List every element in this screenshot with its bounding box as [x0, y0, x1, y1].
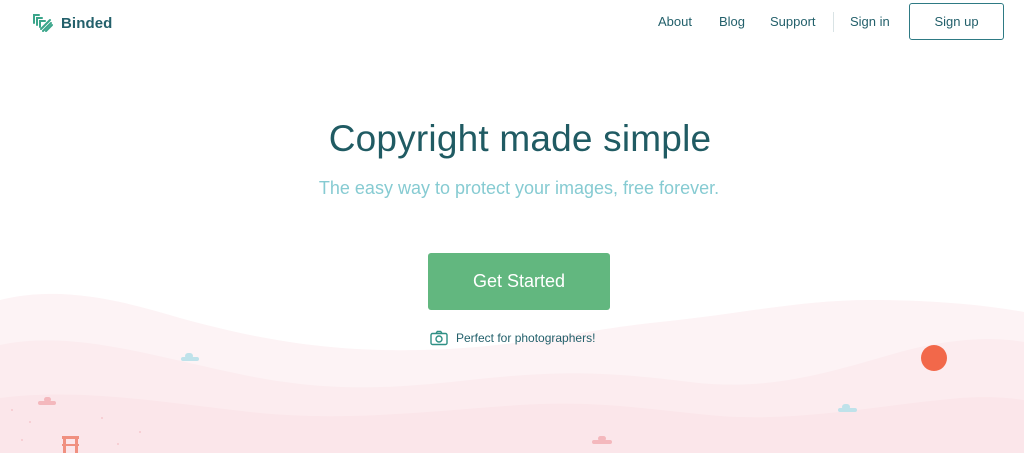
nav-divider [833, 12, 834, 32]
landing-page: Binded About Blog Support Sign in Sign u… [0, 0, 1024, 453]
sun-shape [921, 345, 947, 371]
hero-title: Copyright made simple [328, 118, 712, 159]
nav-link-about[interactable]: About [658, 14, 692, 30]
site-header: Binded About Blog Support Sign in Sign u… [0, 0, 1024, 46]
hero-subtitle: The easy way to protect your images, fre… [318, 178, 720, 198]
nav-link-support[interactable]: Support [770, 14, 816, 30]
camera-icon [430, 330, 448, 346]
photographers-note-text: Perfect for photographers! [456, 331, 596, 345]
signup-button[interactable]: Sign up [909, 3, 1004, 40]
get-started-button[interactable]: Get Started [428, 253, 610, 310]
nav-link-signin[interactable]: Sign in [850, 14, 890, 30]
main-nav: About Blog Support Sign in Sign up [0, 0, 1024, 46]
photographers-note: Perfect for photographers! [430, 329, 595, 347]
nav-link-blog[interactable]: Blog [719, 14, 745, 30]
background-illustration [0, 293, 1024, 453]
